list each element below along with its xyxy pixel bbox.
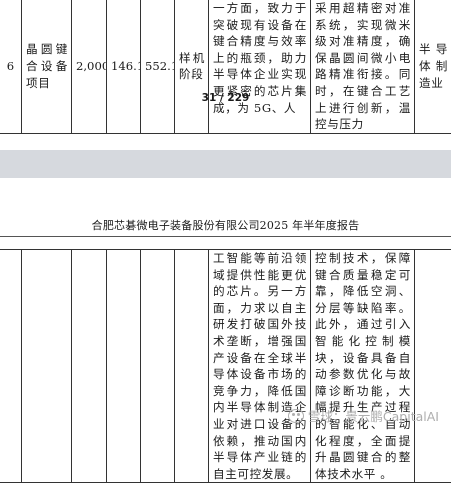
project-name: 晶圆键合设备项目 [26, 42, 68, 90]
application-field: 半导体制造业 [419, 42, 448, 90]
row-number: 6 [0, 0, 22, 134]
progress-stage: 样机阶段 [179, 50, 205, 82]
project-goal-continued: 工智能等前沿领域提供性能更优的芯片。另一方面，力求以自主研发打破国外技术垄断，增… [213, 251, 307, 481]
report-header-title: 合肥芯碁微电子装备股份有限公司2025 年半年度报告 [91, 219, 360, 232]
page-number: 31 / 229 [201, 92, 250, 104]
technical-level-continued: 控制技术，保障键合质量稳定可靠，降低空洞、分层等缺陷率。此外，通过引入智能化控制… [315, 251, 411, 481]
page-separator [0, 150, 451, 178]
period-investment: 146.15 [111, 59, 140, 74]
project-table-row6-continued: 工智能等前沿领域提供性能更优的芯片。另一方面，力求以自主研发打破国外技术垄断，增… [0, 248, 451, 483]
project-table-row6: 6 晶圆键合设备项目 2,000.00 146.15 552.11 样机阶段 一… [0, 0, 451, 134]
header-rule [0, 236, 451, 237]
planned-investment: 2,000.00 [76, 59, 106, 74]
watermark: 雪球：景云鹏CapitalAI [287, 406, 439, 425]
technical-level: 采用超精密对准系统，实现微米级对准精度，确保晶圆间微小电路精准衔接。同时，在键合… [315, 1, 411, 132]
cumulative-investment: 552.11 [145, 59, 174, 74]
document-page-top: 6 晶圆键合设备项目 2,000.00 146.15 552.11 样机阶段 一… [0, 0, 451, 134]
xueqiu-logo-icon [287, 408, 304, 423]
watermark-text: 雪球：景云鹏CapitalAI [307, 409, 439, 424]
